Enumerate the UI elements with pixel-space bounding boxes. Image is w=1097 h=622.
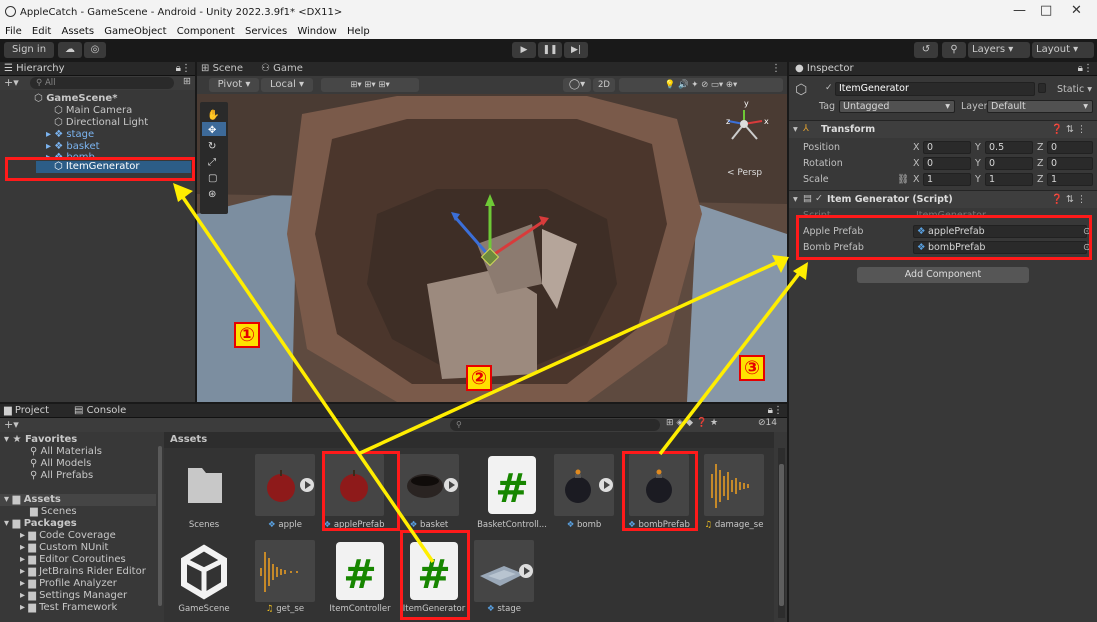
annotation-marker-1: ① xyxy=(234,322,260,348)
annotation-marker-3: ③ xyxy=(739,355,765,381)
annotation-arrows xyxy=(173,183,808,563)
annotation-marker-2: ② xyxy=(466,365,492,391)
